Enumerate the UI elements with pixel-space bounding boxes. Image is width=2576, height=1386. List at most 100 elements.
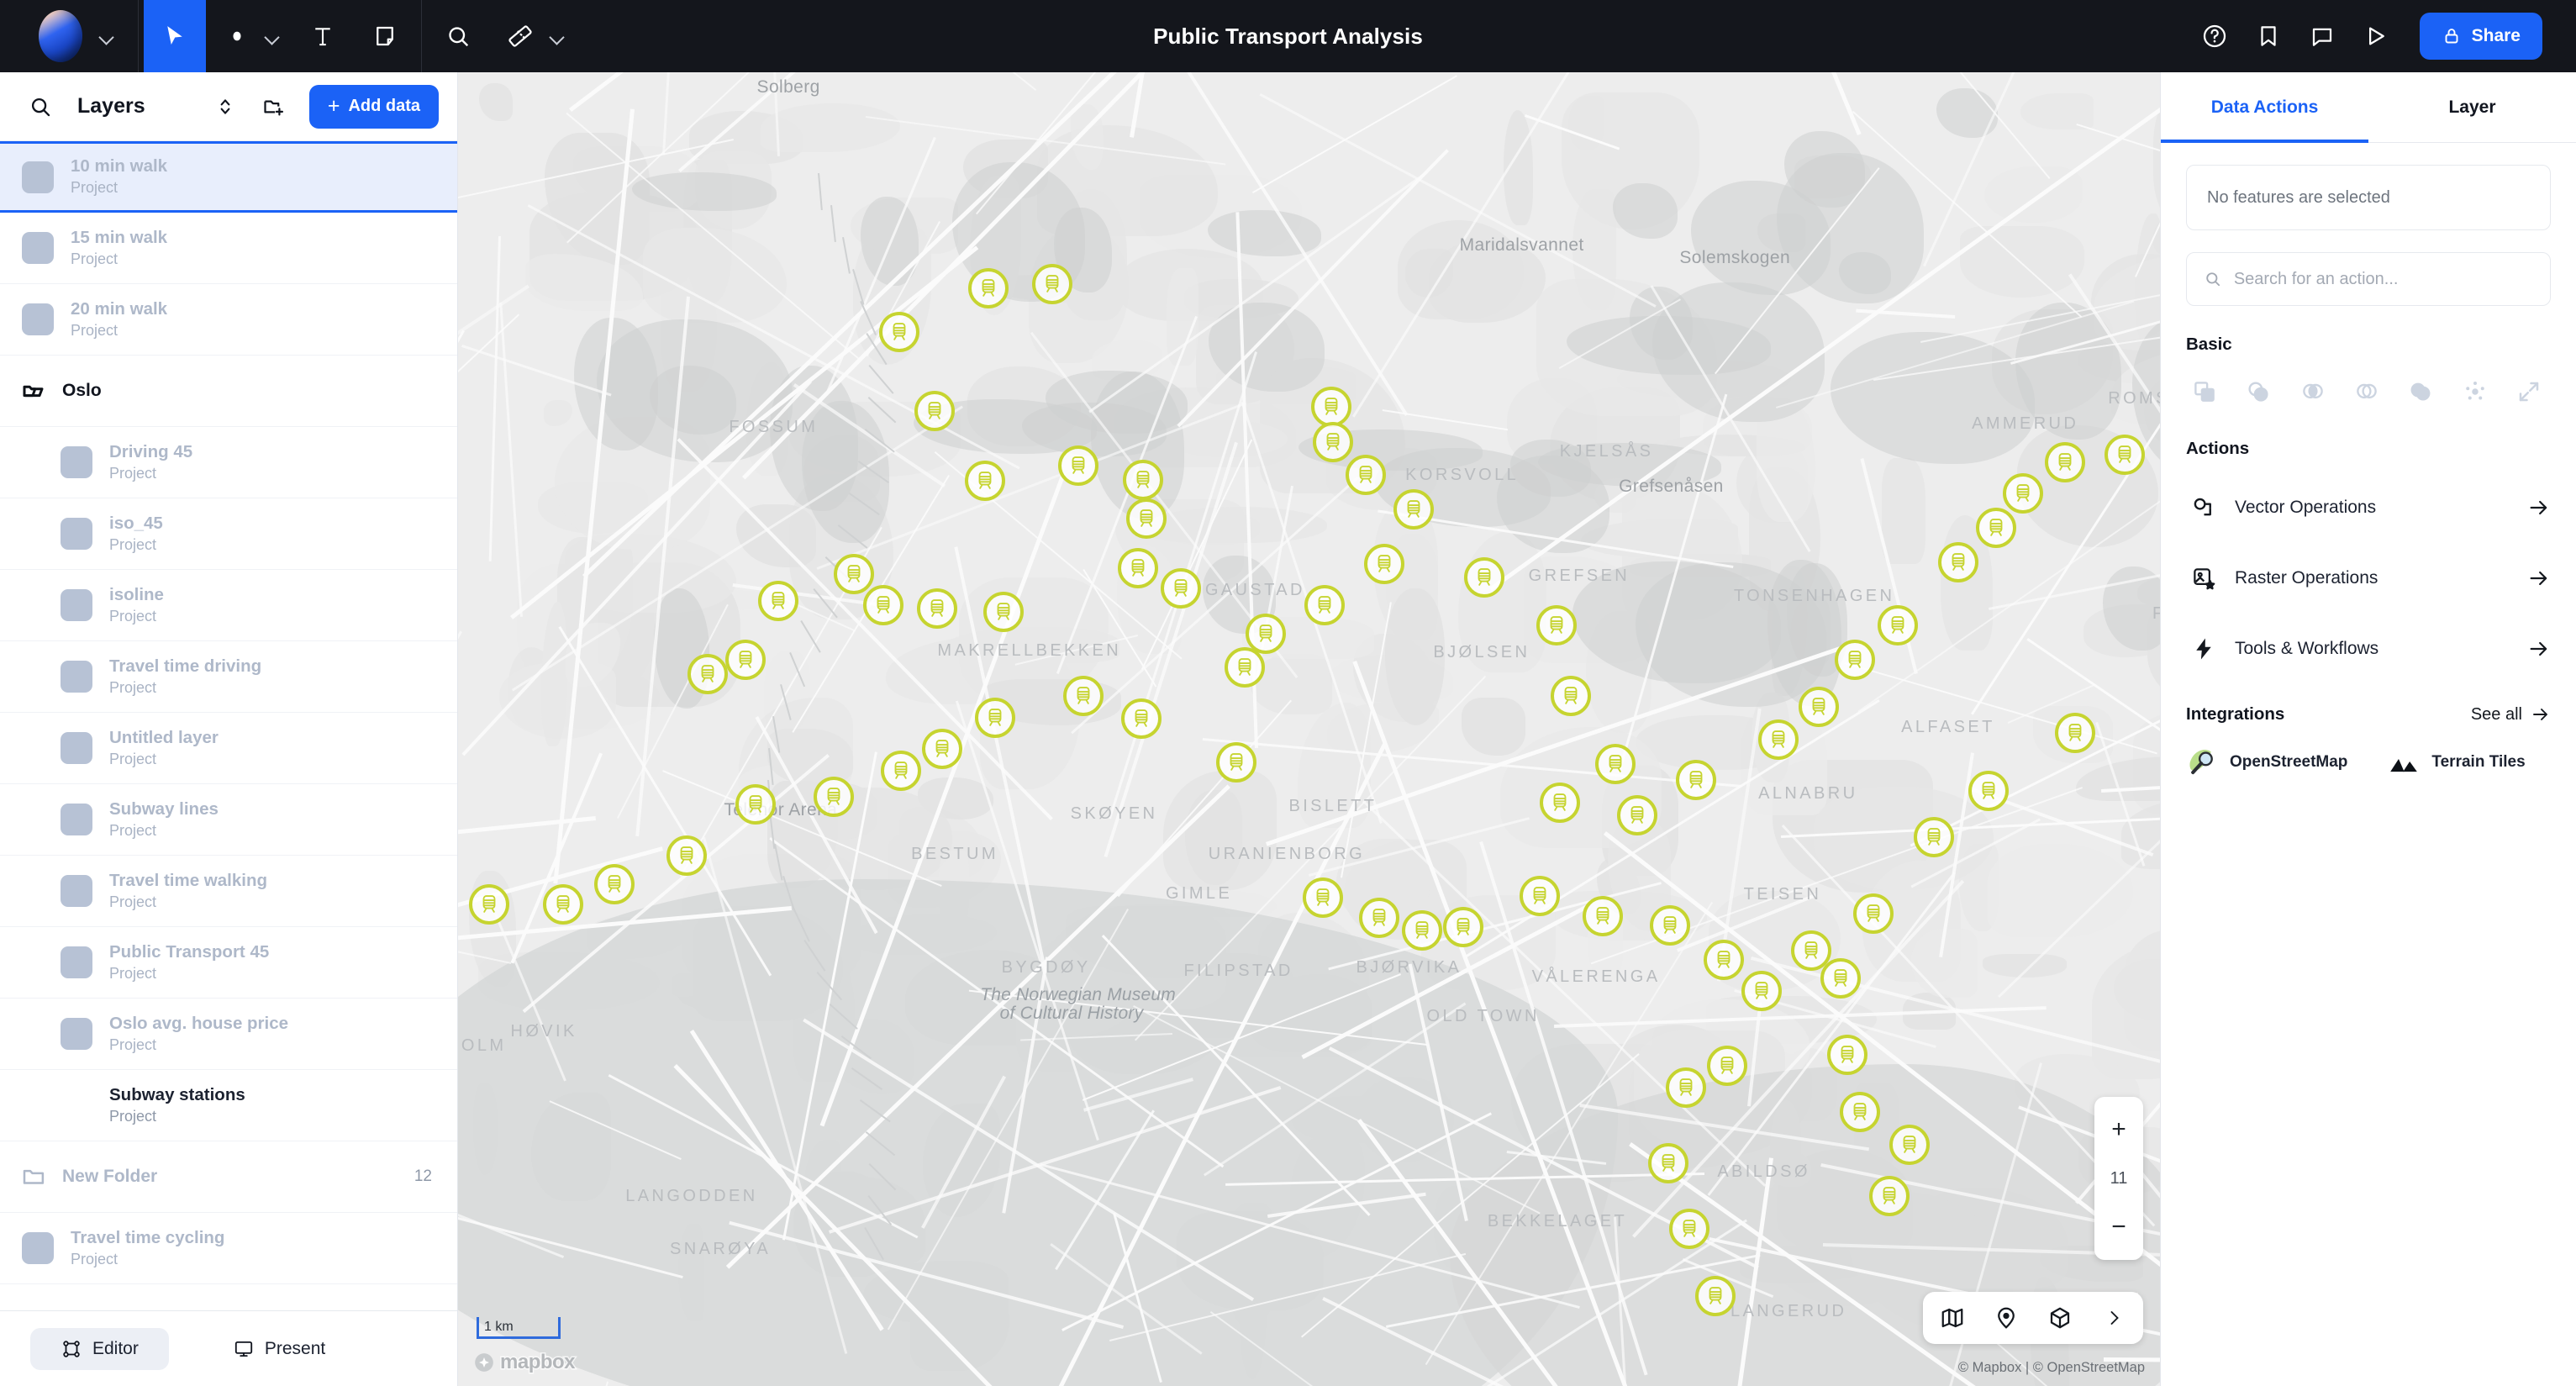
map-viewport[interactable]: Solberg Maridalsvannet Solemskogen AMMERUD R… (458, 72, 2160, 1386)
map-marker-subway-station[interactable] (1675, 759, 1716, 800)
layer-visibility-swatch[interactable] (61, 1089, 92, 1121)
layer-row[interactable]: Oslo avg. house price Project (0, 999, 457, 1070)
integration-terrain-tiles[interactable]: Terrain Tiles (2388, 746, 2526, 778)
difference-icon[interactable] (2348, 373, 2385, 410)
action-raster-operations[interactable]: Raster Operations (2186, 543, 2551, 614)
add-data-button[interactable]: + Add data (308, 84, 439, 129)
layer-visibility-swatch[interactable] (61, 875, 92, 907)
folder-row[interactable]: Oslo (0, 356, 457, 427)
layer-row[interactable]: iso_45 Project (0, 498, 457, 570)
map-marker-subway-station[interactable] (914, 391, 955, 432)
comment-button[interactable] (2299, 13, 2346, 60)
layer-row[interactable]: 10 min walk Project (0, 141, 457, 213)
chevron-right-icon[interactable] (2096, 1300, 2131, 1336)
map-marker-subway-station[interactable] (687, 653, 728, 694)
map-marker-subway-station[interactable] (1666, 1067, 1707, 1108)
expand-arrows-icon[interactable] (2510, 373, 2547, 410)
map-marker-subway-station[interactable] (735, 784, 776, 825)
text-tool[interactable] (292, 0, 354, 72)
map-marker-subway-station[interactable] (1826, 1035, 1867, 1075)
measure-tool[interactable] (489, 0, 551, 72)
map-marker-subway-station[interactable] (1363, 543, 1404, 584)
map-marker-subway-station[interactable] (593, 863, 635, 904)
layer-row[interactable]: Subway stations Project (0, 1070, 457, 1141)
map-marker-subway-station[interactable] (1968, 770, 2009, 811)
map-marker-subway-station[interactable] (1063, 675, 1104, 716)
tab-layer[interactable]: Layer (2368, 72, 2576, 142)
pin-icon[interactable] (1989, 1300, 2024, 1336)
union-icon[interactable] (2240, 373, 2277, 410)
layer-row[interactable]: Public Transport 45 Project (0, 927, 457, 999)
layer-row[interactable]: isoline Project (0, 570, 457, 641)
map-marker-subway-station[interactable] (1117, 548, 1158, 589)
note-tool[interactable] (354, 0, 416, 72)
map-marker-subway-station[interactable] (666, 835, 707, 877)
map-marker-subway-station[interactable] (922, 728, 963, 769)
action-search-input[interactable] (2233, 269, 2533, 289)
layer-visibility-swatch[interactable] (61, 661, 92, 693)
copy-icon[interactable] (2186, 373, 2223, 410)
layer-row[interactable]: Driving 45 Project (0, 427, 457, 498)
zoom-out-button[interactable]: − (2094, 1203, 2143, 1252)
map-marker-subway-station[interactable] (1669, 1209, 1710, 1250)
map-marker-subway-station[interactable] (881, 750, 922, 791)
present-tab[interactable]: Present (203, 1328, 356, 1370)
map-marker-subway-station[interactable] (1852, 893, 1894, 934)
layer-visibility-swatch[interactable] (22, 232, 54, 264)
map-marker-subway-station[interactable] (1938, 541, 1979, 582)
point-tool-chevron-down-icon[interactable] (263, 27, 282, 45)
see-all-integrations-button[interactable]: See all (2471, 704, 2551, 725)
layer-visibility-swatch[interactable] (61, 589, 92, 621)
map-marker-subway-station[interactable] (982, 591, 1024, 632)
map-marker-subway-station[interactable] (1741, 971, 1783, 1012)
tab-data-actions[interactable]: Data Actions (2161, 72, 2368, 143)
map-marker-subway-station[interactable] (1551, 675, 1592, 716)
layer-visibility-swatch[interactable] (61, 946, 92, 978)
map-marker-subway-station[interactable] (1346, 455, 1387, 496)
share-button[interactable]: Share (2419, 13, 2542, 60)
layer-visibility-swatch[interactable] (61, 446, 92, 478)
map-marker-subway-station[interactable] (1120, 698, 1162, 740)
map-marker-subway-station[interactable] (1032, 263, 1073, 304)
map-marker-subway-station[interactable] (1595, 744, 1636, 785)
map-marker-subway-station[interactable] (814, 776, 855, 817)
map-marker-subway-station[interactable] (1582, 896, 1623, 937)
layer-row[interactable]: Untitled layer Project (0, 713, 457, 784)
map-marker-subway-station[interactable] (1707, 1045, 1748, 1086)
search-icon[interactable] (22, 88, 59, 125)
dissolve-icon[interactable] (2457, 373, 2494, 410)
layer-visibility-swatch[interactable] (22, 1232, 54, 1264)
measure-tool-chevron-down-icon[interactable] (548, 27, 566, 45)
point-tool[interactable] (206, 0, 268, 72)
map-marker-subway-station[interactable] (1215, 742, 1256, 783)
folder-row[interactable]: New Folder 12 (0, 1141, 457, 1213)
map-marker-subway-station[interactable] (1704, 940, 1745, 981)
map-marker-subway-station[interactable] (1358, 898, 1399, 939)
editor-tab[interactable]: Editor (30, 1327, 169, 1370)
map-marker-subway-station[interactable] (1224, 647, 1265, 688)
map-marker-subway-station[interactable] (1914, 817, 1955, 858)
action-search-box[interactable] (2186, 252, 2551, 306)
map-marker-subway-station[interactable] (1616, 795, 1657, 836)
action-vector-operations[interactable]: Vector Operations (2186, 472, 2551, 543)
map-marker-subway-station[interactable] (1647, 1143, 1688, 1184)
map-marker-subway-station[interactable] (1649, 905, 1690, 946)
map-marker-subway-station[interactable] (1401, 910, 1442, 951)
map-marker-subway-station[interactable] (1463, 557, 1504, 598)
map-marker-subway-station[interactable] (1799, 686, 1840, 727)
layer-visibility-swatch[interactable] (61, 1018, 92, 1050)
layer-row[interactable]: Subway lines Project (0, 784, 457, 856)
search-tool[interactable] (427, 0, 489, 72)
map-marker-subway-station[interactable] (1695, 1275, 1736, 1316)
map-marker-subway-station[interactable] (1311, 386, 1352, 427)
layer-row[interactable]: 15 min walk Project (0, 213, 457, 284)
folder-plus-icon[interactable] (255, 88, 292, 125)
layer-list[interactable]: 10 min walk Project 15 min walk Project 20 m… (0, 141, 457, 1310)
layer-visibility-swatch[interactable] (22, 303, 54, 335)
app-logo[interactable] (39, 10, 82, 62)
map-marker-subway-station[interactable] (1889, 1125, 1930, 1166)
map-marker-subway-station[interactable] (1820, 958, 1861, 999)
help-button[interactable] (2191, 13, 2238, 60)
map-marker-subway-station[interactable] (833, 554, 874, 595)
layer-row[interactable]: Travel time walking Project (0, 856, 457, 927)
